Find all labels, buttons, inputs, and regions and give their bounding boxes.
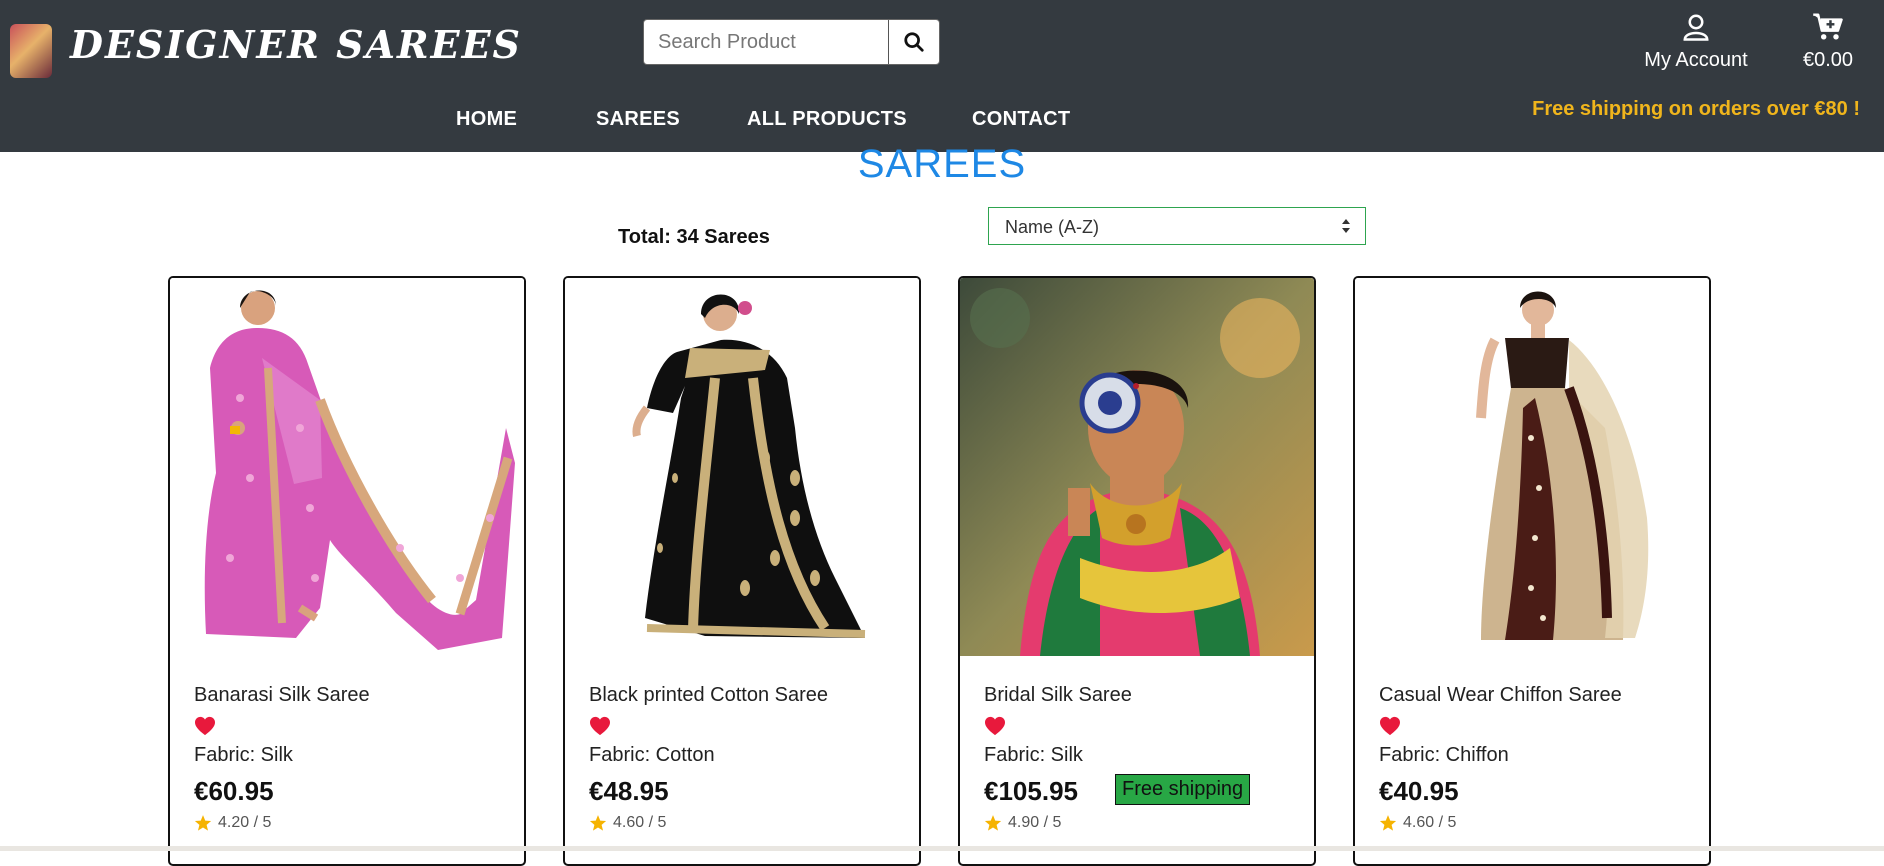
sort-arrows-icon <box>1342 219 1350 233</box>
product-price: €105.95 <box>984 776 1078 806</box>
product-price: €40.95 <box>1379 776 1459 806</box>
product-image[interactable] <box>960 278 1314 656</box>
search-button[interactable] <box>888 20 939 64</box>
product-card[interactable]: Bridal Silk Saree Fabric: Silk €105.95 F… <box>958 276 1316 866</box>
cart-icon <box>1813 13 1843 40</box>
heart-icon[interactable] <box>984 716 1006 736</box>
nav-all-products[interactable]: ALL PRODUCTS <box>747 108 907 131</box>
product-rating: 4.20 / 5 <box>194 814 271 832</box>
user-icon <box>1683 14 1709 41</box>
my-account-label: My Account <box>1644 49 1748 71</box>
product-rating: 4.90 / 5 <box>984 814 1061 832</box>
page-bottom-divider <box>0 846 1884 851</box>
cart-total: €0.00 <box>1802 49 1854 71</box>
product-image[interactable] <box>565 278 919 656</box>
product-rating-value: 4.60 / 5 <box>613 814 667 831</box>
sort-select[interactable]: Name (A-Z) <box>988 207 1366 245</box>
brand-name[interactable]: DESIGNER SAREES <box>70 22 522 67</box>
page-title: SAREES <box>857 142 1027 186</box>
product-image[interactable] <box>1355 278 1709 656</box>
product-rating-value: 4.60 / 5 <box>1403 814 1457 831</box>
product-name[interactable]: Black printed Cotton Saree <box>589 684 828 707</box>
heart-icon[interactable] <box>1379 716 1401 736</box>
nav-sarees[interactable]: SAREES <box>596 108 680 131</box>
product-name[interactable]: Casual Wear Chiffon Saree <box>1379 684 1622 707</box>
product-name[interactable]: Bridal Silk Saree <box>984 684 1132 707</box>
heart-icon[interactable] <box>194 716 216 736</box>
search-input[interactable] <box>644 20 889 64</box>
star-icon <box>194 815 212 831</box>
product-fabric: Fabric: Chiffon <box>1379 744 1509 766</box>
product-rating-value: 4.90 / 5 <box>1008 814 1062 831</box>
product-price: €60.95 <box>194 776 274 806</box>
product-total: Total: 34 Sarees <box>618 226 770 248</box>
my-account-link[interactable]: My Account <box>1630 12 1762 72</box>
product-card[interactable]: Casual Wear Chiffon Saree Fabric: Chiffo… <box>1353 276 1711 866</box>
cart-link[interactable]: €0.00 <box>1790 12 1866 72</box>
star-icon <box>1379 815 1397 831</box>
search-icon <box>904 32 924 52</box>
search-box <box>643 19 940 65</box>
star-icon <box>589 815 607 831</box>
product-card[interactable]: Banarasi Silk Saree Fabric: Silk €60.95 … <box>168 276 526 866</box>
product-fabric: Fabric: Silk <box>194 744 293 766</box>
sort-selected-value: Name (A-Z) <box>1005 217 1099 237</box>
product-rating: 4.60 / 5 <box>589 814 666 832</box>
nav-home[interactable]: HOME <box>456 108 517 131</box>
site-header: DESIGNER SAREES My Account €0.00 HOME SA… <box>0 0 1884 152</box>
heart-icon[interactable] <box>589 716 611 736</box>
product-fabric: Fabric: Silk <box>984 744 1083 766</box>
product-fabric: Fabric: Cotton <box>589 744 715 766</box>
star-icon <box>984 815 1002 831</box>
logo-image[interactable] <box>10 24 52 78</box>
product-price: €48.95 <box>589 776 669 806</box>
product-rating: 4.60 / 5 <box>1379 814 1456 832</box>
product-rating-value: 4.20 / 5 <box>218 814 272 831</box>
free-shipping-promo: Free shipping on orders over €80 ! <box>1532 98 1860 120</box>
free-shipping-badge: Free shipping <box>1115 774 1251 805</box>
product-image[interactable] <box>170 278 524 656</box>
product-card[interactable]: Black printed Cotton Saree Fabric: Cotto… <box>563 276 921 866</box>
nav-contact[interactable]: CONTACT <box>972 108 1070 131</box>
product-name[interactable]: Banarasi Silk Saree <box>194 684 370 707</box>
